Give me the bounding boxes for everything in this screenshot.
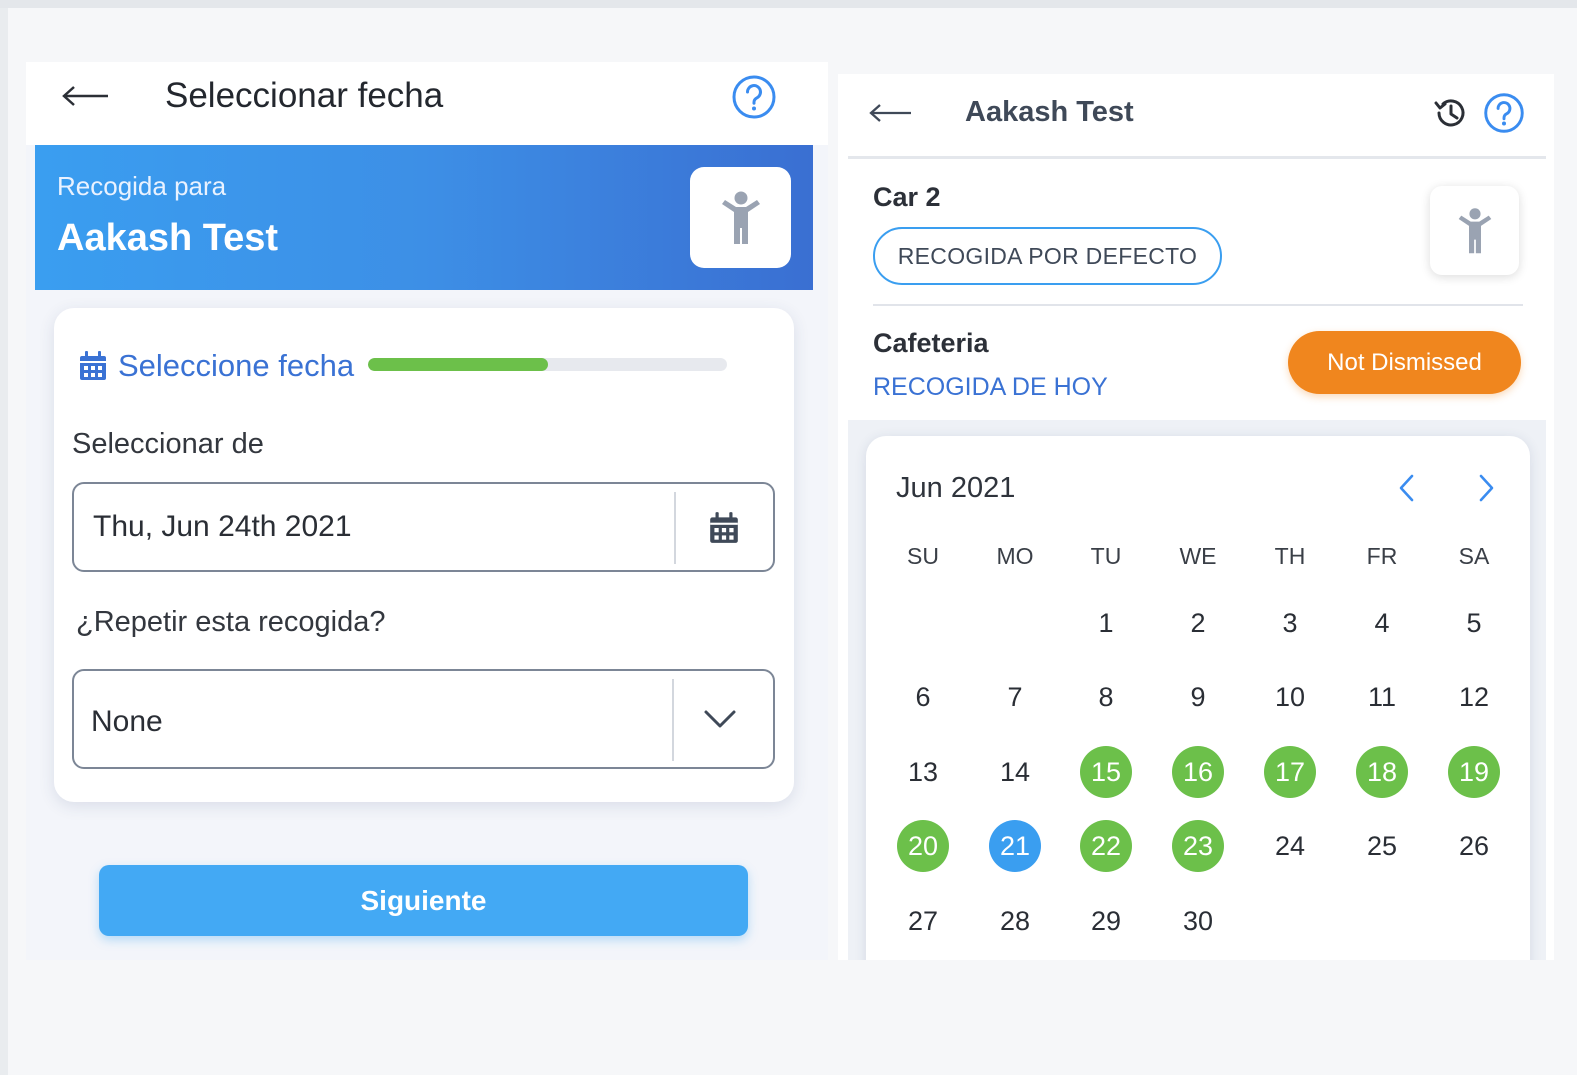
prev-month-button[interactable] [1387, 468, 1427, 508]
calendar-day[interactable]: 24 [1264, 820, 1316, 872]
calendar-day[interactable]: 6 [897, 671, 949, 723]
pickup-banner: Recogida para Aakash Test [35, 145, 813, 290]
weekday-header: WE [1179, 543, 1217, 569]
student-avatar [690, 167, 791, 268]
help-circle-icon [1484, 93, 1524, 133]
cafeteria-name: Cafeteria [873, 328, 989, 358]
repeat-label: ¿Repetir esta recogida? [76, 606, 386, 638]
calendar-card: Jun 2021 SU MO TU WE TH FR SA 1 2 3 4 5 6 7 8 9 10 11 12 13… [866, 436, 1530, 960]
weekday-header: TU [1090, 543, 1122, 569]
repeat-value: None [91, 705, 163, 738]
calendar-day[interactable]: 19 [1448, 746, 1500, 798]
header-divider [848, 156, 1546, 159]
calendar-day[interactable]: 12 [1448, 671, 1500, 723]
right-header: Aakash Test [838, 74, 1554, 156]
weekday-header: SA [1458, 543, 1490, 569]
calendar-day[interactable]: 26 [1448, 820, 1500, 872]
calendar-day[interactable]: 7 [989, 671, 1041, 723]
weekday-header: TH [1274, 543, 1306, 569]
calendar-day[interactable]: 14 [989, 746, 1041, 798]
calendar-icon [710, 512, 738, 543]
field-divider [672, 679, 674, 761]
help-button[interactable] [731, 74, 777, 120]
default-pickup-button[interactable]: RECOGIDA POR DEFECTO [873, 227, 1222, 285]
next-month-button[interactable] [1466, 468, 1506, 508]
calendar-day[interactable]: 30 [1172, 895, 1224, 947]
weekday-header: SU [907, 543, 939, 569]
back-button[interactable] [60, 80, 112, 112]
calendar-day[interactable]: 29 [1080, 895, 1132, 947]
window-top-band [0, 0, 1577, 8]
pickup-for-label: Recogida para [57, 171, 227, 201]
chevron-left-icon [1399, 474, 1414, 502]
calendar-day[interactable]: 10 [1264, 671, 1316, 723]
calendar-day[interactable]: 22 [1080, 820, 1132, 872]
date-from-value: Thu, Jun 24th 2021 [93, 510, 352, 543]
help-circle-icon [732, 75, 776, 119]
chevron-down-icon [704, 710, 736, 728]
calendar-day[interactable]: 21 [989, 820, 1041, 872]
calendar-day[interactable]: 8 [1080, 671, 1132, 723]
calendar-month: Jun 2021 [896, 472, 1016, 504]
calendar-day[interactable]: 16 [1172, 746, 1224, 798]
calendar-day[interactable]: 25 [1356, 820, 1408, 872]
arrow-left-icon [62, 86, 108, 106]
chevron-right-icon [1479, 474, 1494, 502]
calendar-icon [80, 351, 106, 380]
calendar-day[interactable]: 17 [1264, 746, 1316, 798]
history-button[interactable] [1432, 94, 1470, 132]
today-pickup-link[interactable]: RECOGIDA DE HOY [873, 373, 1108, 402]
calendar-day[interactable]: 1 [1080, 597, 1132, 649]
back-button[interactable] [868, 98, 916, 128]
open-calendar-button[interactable] [694, 504, 754, 552]
pickup-detail-screen: Aakash Test Car 2 RECOGIDA POR DEFECTO C… [838, 74, 1554, 960]
date-from-label: Seleccionar de [72, 428, 264, 460]
history-icon [1434, 99, 1465, 127]
date-form-card: Seleccione fecha Seleccionar de Thu, Jun… [54, 308, 794, 802]
calendar-day[interactable]: 15 [1080, 746, 1132, 798]
calendar-day[interactable]: 28 [989, 895, 1041, 947]
step-indicator: Seleccione fecha [78, 346, 354, 386]
section-divider [873, 304, 1523, 306]
left-header: Seleccionar fecha [26, 62, 828, 145]
progress-bar [368, 358, 727, 371]
car-name: Car 2 [873, 182, 941, 212]
date-from-field[interactable]: Thu, Jun 24th 2021 [72, 482, 775, 572]
calendar-day[interactable]: 13 [897, 746, 949, 798]
help-button[interactable] [1483, 92, 1525, 134]
repeat-select[interactable]: None [72, 669, 775, 769]
next-button[interactable]: Siguiente [99, 865, 748, 936]
calendar-day[interactable]: 9 [1172, 671, 1224, 723]
calendar-day[interactable]: 3 [1264, 597, 1316, 649]
step-label: Seleccione fecha [118, 348, 355, 383]
calendar-day[interactable]: 11 [1356, 671, 1408, 723]
progress-fill [368, 358, 548, 371]
field-divider [674, 492, 676, 564]
weekday-header: FR [1366, 543, 1398, 569]
dismissal-status-badge[interactable]: Not Dismissed [1288, 331, 1521, 394]
weekday-header: MO [996, 543, 1034, 569]
child-icon [1458, 207, 1491, 253]
repeat-dropdown-toggle[interactable] [692, 697, 748, 741]
calendar-day[interactable]: 5 [1448, 597, 1500, 649]
calendar-day[interactable]: 20 [897, 820, 949, 872]
calendar-day[interactable]: 4 [1356, 597, 1408, 649]
child-icon [721, 191, 760, 244]
window-left-band [0, 8, 8, 1075]
student-name: Aakash Test [57, 217, 279, 259]
calendar-day[interactable]: 2 [1172, 597, 1224, 649]
arrow-left-icon [869, 104, 911, 122]
calendar-day[interactable]: 27 [897, 895, 949, 947]
student-title: Aakash Test [965, 96, 1134, 128]
select-date-screen: Seleccionar fecha Recogida para Aakash T… [26, 62, 828, 960]
page-title: Seleccionar fecha [165, 76, 444, 115]
student-avatar [1430, 186, 1519, 275]
calendar-day[interactable]: 23 [1172, 820, 1224, 872]
calendar-day[interactable]: 18 [1356, 746, 1408, 798]
